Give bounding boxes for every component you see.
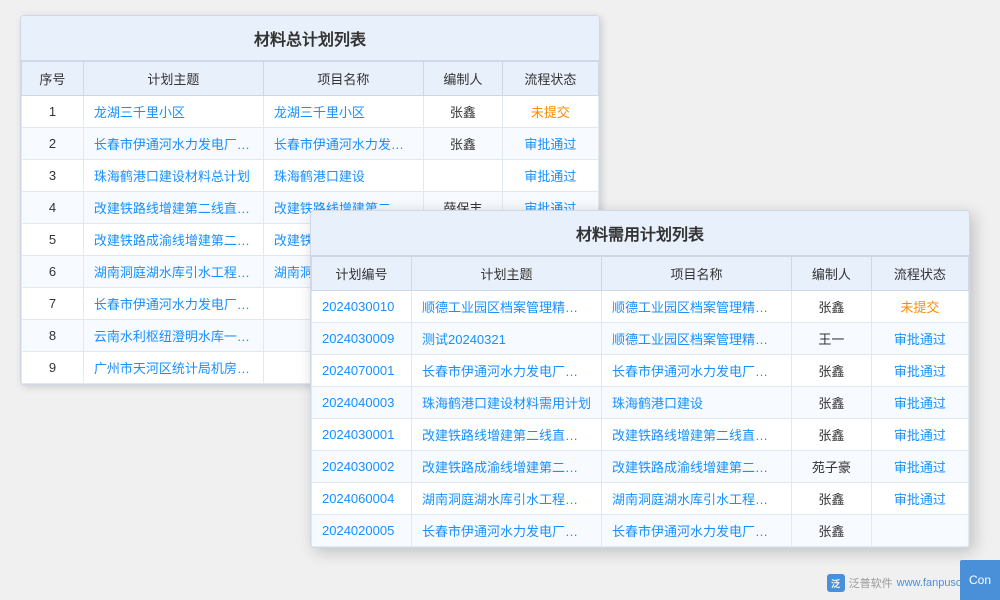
watermark-text: 泛普软件	[849, 575, 893, 591]
cell-theme[interactable]: 改建铁路成渝线增建第二直通线（成...	[412, 451, 602, 483]
cell-id: 8	[22, 320, 84, 352]
cell-status: 审批通过	[871, 451, 968, 483]
cell-code[interactable]: 2024060004	[312, 483, 412, 515]
demand-table-body: 2024030010 顺德工业园区档案管理精装饰工程（... 顺德工业园区档案管…	[312, 291, 969, 547]
cell-id: 2	[22, 128, 84, 160]
table-row: 2024030002 改建铁路成渝线增建第二直通线（成... 改建铁路成渝线增建…	[312, 451, 969, 483]
cell-id: 9	[22, 352, 84, 384]
cell-theme[interactable]: 珠海鹤港口建设材料需用计划	[412, 387, 602, 419]
cell-theme[interactable]: 长春市伊通河水力发电厂改建工程合同材料...	[83, 128, 263, 160]
cell-theme[interactable]: 龙湖三千里小区	[83, 96, 263, 128]
cell-status: 审批通过	[871, 419, 968, 451]
table-row: 2024030010 顺德工业园区档案管理精装饰工程（... 顺德工业园区档案管…	[312, 291, 969, 323]
table-row: 2024030009 测试20240321 顺德工业园区档案管理精装饰工程（..…	[312, 323, 969, 355]
cell-project[interactable]: 顺德工业园区档案管理精装饰工程（...	[602, 323, 792, 355]
col-status: 流程状态	[502, 62, 598, 96]
cell-project[interactable]: 长春市伊通河水力发电厂改建工程	[263, 128, 423, 160]
cell-theme[interactable]: 测试20240321	[412, 323, 602, 355]
cell-theme[interactable]: 湖南洞庭湖水库引水工程施工标材料总计划	[83, 256, 263, 288]
cell-status: 审批通过	[871, 483, 968, 515]
col-status: 流程状态	[871, 257, 968, 291]
cell-theme[interactable]: 长春市伊通河水力发电厂改建工程材...	[412, 515, 602, 547]
cell-editor: 苑子豪	[792, 451, 872, 483]
cell-theme[interactable]: 云南水利枢纽澄明水库一期工程施工标材料...	[83, 320, 263, 352]
cell-status: 审批通过	[871, 387, 968, 419]
cell-editor: 张鑫	[423, 96, 502, 128]
table-row: 2024020005 长春市伊通河水力发电厂改建工程材... 长春市伊通河水力发…	[312, 515, 969, 547]
watermark-icon: 泛	[827, 574, 845, 592]
demand-table: 计划编号 计划主题 项目名称 编制人 流程状态 2024030010 顺德工业园…	[311, 256, 969, 547]
cell-theme[interactable]: 改建铁路线增建第二线直通线（成都...	[412, 419, 602, 451]
cell-project[interactable]: 珠海鹤港口建设	[602, 387, 792, 419]
demand-table-header: 计划编号 计划主题 项目名称 编制人 流程状态	[312, 257, 969, 291]
col-editor: 编制人	[423, 62, 502, 96]
cell-project[interactable]: 改建铁路线增建第二线直通线（成都...	[602, 419, 792, 451]
cell-project[interactable]: 改建铁路成渝线增建第二直通线（成...	[602, 451, 792, 483]
corner-badge: Con	[960, 560, 1000, 600]
cell-code[interactable]: 2024030009	[312, 323, 412, 355]
cell-theme[interactable]: 顺德工业园区档案管理精装饰工程（...	[412, 291, 602, 323]
cell-editor: 张鑫	[792, 291, 872, 323]
cell-status: 审批通过	[871, 323, 968, 355]
table-row: 2024060004 湖南洞庭湖水库引水工程施工标材... 湖南洞庭湖水库引水工…	[312, 483, 969, 515]
summary-table-header: 序号 计划主题 项目名称 编制人 流程状态	[22, 62, 599, 96]
cell-status: 审批通过	[871, 355, 968, 387]
cell-status: 未提交	[502, 96, 598, 128]
cell-id: 5	[22, 224, 84, 256]
cell-status: 审批通过	[502, 128, 598, 160]
cell-code[interactable]: 2024030010	[312, 291, 412, 323]
col-project: 项目名称	[602, 257, 792, 291]
cell-id: 7	[22, 288, 84, 320]
cell-id: 1	[22, 96, 84, 128]
cell-editor: 王一	[792, 323, 872, 355]
cell-project[interactable]: 湖南洞庭湖水库引水工程施工标	[602, 483, 792, 515]
cell-editor: 张鑫	[792, 355, 872, 387]
cell-project[interactable]: 珠海鹤港口建设	[263, 160, 423, 192]
cell-editor: 张鑫	[792, 387, 872, 419]
table-row: 2 长春市伊通河水力发电厂改建工程合同材料... 长春市伊通河水力发电厂改建工程…	[22, 128, 599, 160]
cell-id: 6	[22, 256, 84, 288]
cell-theme[interactable]: 湖南洞庭湖水库引水工程施工标材...	[412, 483, 602, 515]
cell-theme[interactable]: 长春市伊通河水力发电厂改建工程材料总计划	[83, 288, 263, 320]
table-row: 2024070001 长春市伊通河水力发电厂改建工程合... 长春市伊通河水力发…	[312, 355, 969, 387]
cell-editor: 张鑫	[423, 128, 502, 160]
cell-status	[871, 515, 968, 547]
cell-project[interactable]: 长春市伊通河水力发电厂改建工程	[602, 355, 792, 387]
cell-editor	[423, 160, 502, 192]
col-id: 序号	[22, 62, 84, 96]
cell-id: 4	[22, 192, 84, 224]
cell-code[interactable]: 2024030001	[312, 419, 412, 451]
cell-editor: 张鑫	[792, 515, 872, 547]
cell-status: 审批通过	[502, 160, 598, 192]
col-code: 计划编号	[312, 257, 412, 291]
cell-project[interactable]: 龙湖三千里小区	[263, 96, 423, 128]
cell-code[interactable]: 2024020005	[312, 515, 412, 547]
cell-theme[interactable]: 改建铁路成渝线增建第二直通线（成渝枢纽...	[83, 224, 263, 256]
col-project: 项目名称	[263, 62, 423, 96]
summary-table-title: 材料总计划列表	[21, 16, 599, 61]
table-row: 1 龙湖三千里小区 龙湖三千里小区 张鑫 未提交	[22, 96, 599, 128]
cell-theme[interactable]: 珠海鹤港口建设材料总计划	[83, 160, 263, 192]
cell-project[interactable]: 顺德工业园区档案管理精装饰工程（...	[602, 291, 792, 323]
cell-theme[interactable]: 长春市伊通河水力发电厂改建工程合...	[412, 355, 602, 387]
cell-theme[interactable]: 广州市天河区统计局机房改造项目材料总计划	[83, 352, 263, 384]
cell-code[interactable]: 2024040003	[312, 387, 412, 419]
col-theme: 计划主题	[83, 62, 263, 96]
table-row: 2024040003 珠海鹤港口建设材料需用计划 珠海鹤港口建设 张鑫 审批通过	[312, 387, 969, 419]
col-theme: 计划主题	[412, 257, 602, 291]
cell-editor: 张鑫	[792, 419, 872, 451]
demand-table-title: 材料需用计划列表	[311, 211, 969, 256]
cell-status: 未提交	[871, 291, 968, 323]
cell-id: 3	[22, 160, 84, 192]
cell-theme[interactable]: 改建铁路线增建第二线直通线（成都-西安）...	[83, 192, 263, 224]
cell-code[interactable]: 2024030002	[312, 451, 412, 483]
table-row: 2024030001 改建铁路线增建第二线直通线（成都... 改建铁路线增建第二…	[312, 419, 969, 451]
demand-table-container: 材料需用计划列表 计划编号 计划主题 项目名称 编制人 流程状态 2024030…	[310, 210, 970, 548]
table-row: 3 珠海鹤港口建设材料总计划 珠海鹤港口建设 审批通过	[22, 160, 599, 192]
cell-editor: 张鑫	[792, 483, 872, 515]
col-editor: 编制人	[792, 257, 872, 291]
cell-code[interactable]: 2024070001	[312, 355, 412, 387]
cell-project[interactable]: 长春市伊通河水力发电厂改建工程	[602, 515, 792, 547]
